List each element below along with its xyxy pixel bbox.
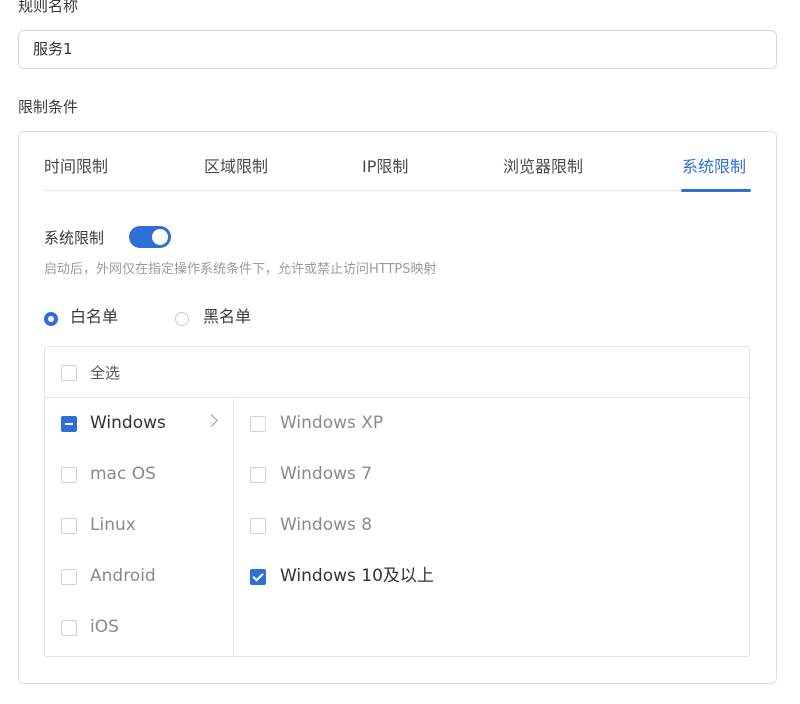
whitelist-radio[interactable]	[44, 312, 58, 326]
rule-name-label: 规则名称	[18, 0, 79, 15]
tab-time-limit[interactable]: 时间限制	[44, 156, 108, 178]
system-limit-toggle[interactable]	[129, 226, 171, 248]
tab-active-indicator	[681, 189, 751, 192]
tab-region-limit[interactable]: 区域限制	[204, 156, 268, 178]
android-checkbox[interactable]	[61, 569, 77, 585]
select-all-checkbox[interactable]	[61, 365, 77, 381]
os-selector	[44, 346, 750, 657]
linux-checkbox[interactable]	[61, 518, 77, 534]
os-family-ios[interactable]: iOS	[90, 615, 119, 639]
tab-system-limit[interactable]: 系统限制	[682, 156, 746, 178]
version-windows-8[interactable]: Windows 8	[280, 513, 372, 537]
windows-10-checkbox[interactable]	[250, 569, 266, 585]
blacklist-label[interactable]: 黑名单	[203, 306, 251, 328]
os-family-linux[interactable]: Linux	[90, 513, 136, 537]
os-selector-header-divider	[44, 397, 750, 398]
windows-checkbox[interactable]	[61, 416, 77, 432]
os-family-android[interactable]: Android	[90, 564, 156, 588]
toggle-knob	[152, 229, 168, 245]
version-windows-7[interactable]: Windows 7	[280, 462, 372, 486]
version-windows-xp[interactable]: Windows XP	[280, 411, 383, 435]
tab-ip-limit[interactable]: IP限制	[362, 156, 408, 178]
whitelist-label[interactable]: 白名单	[70, 306, 118, 328]
limit-conditions-label: 限制条件	[18, 98, 79, 116]
system-limit-switch-label: 系统限制	[44, 229, 105, 247]
os-family-macos[interactable]: mac OS	[90, 462, 156, 486]
macos-checkbox[interactable]	[61, 467, 77, 483]
tabs-divider	[44, 190, 750, 191]
os-family-windows[interactable]: Windows	[90, 411, 166, 435]
rule-name-input[interactable]: 服务1	[18, 30, 777, 69]
select-all-label[interactable]: 全选	[90, 362, 120, 384]
blacklist-radio[interactable]	[175, 312, 189, 326]
ios-checkbox[interactable]	[61, 620, 77, 636]
windows-xp-checkbox[interactable]	[250, 416, 266, 432]
os-selector-column-divider	[233, 398, 234, 656]
windows-7-checkbox[interactable]	[250, 467, 266, 483]
system-limit-hint: 启动后，外网仅在指定操作系统条件下，允许或禁止访问HTTPS映射	[44, 262, 437, 277]
version-windows-10-plus[interactable]: Windows 10及以上	[280, 564, 434, 588]
windows-8-checkbox[interactable]	[250, 518, 266, 534]
tab-browser-limit[interactable]: 浏览器限制	[503, 156, 583, 178]
